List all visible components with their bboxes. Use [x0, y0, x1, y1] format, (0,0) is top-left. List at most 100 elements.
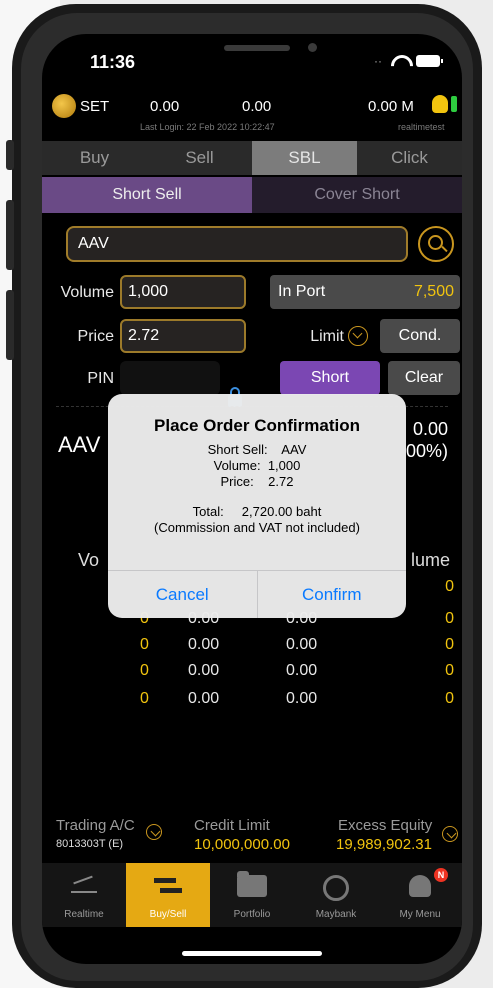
- tab-short-sell[interactable]: Short Sell: [42, 177, 252, 213]
- market-header: SET 0.00 0.00 0.00 M Last Login: 22 Feb …: [42, 92, 462, 140]
- book-row: 0 0.00 0.00 0: [42, 662, 462, 682]
- volume-label: Volume: [60, 284, 114, 301]
- offer-vol: 0: [445, 610, 454, 627]
- dialog-note: (Commission and VAT not included): [154, 520, 360, 535]
- bid-price: 0.00: [188, 690, 220, 707]
- offer-vol: 0: [445, 690, 454, 707]
- in-port-box: In Port 7,500: [270, 275, 460, 309]
- market-value-1: 0.00: [150, 98, 180, 115]
- mute-switch: [6, 140, 14, 170]
- trading-account-id[interactable]: 8013303T (E): [56, 838, 123, 850]
- pin-label: PIN: [87, 370, 114, 387]
- bid-price: 0.00: [188, 662, 220, 679]
- offer-vol: 0: [445, 578, 454, 595]
- trading-account-label: Trading A/C: [56, 817, 135, 834]
- volume-down-button: [6, 290, 14, 360]
- book-row: 0 0.00 0.00 0: [42, 690, 462, 710]
- bottom-nav: Realtime Buy/Sell Portfolio Maybank N My…: [42, 863, 462, 927]
- dialog-volume: Volume: 1,000: [213, 458, 301, 473]
- maybank-tiger-icon: [323, 875, 349, 901]
- dialog-buttons: Cancel Confirm: [108, 570, 406, 618]
- quote-price: 0.00: [412, 419, 448, 439]
- notch: [140, 34, 380, 68]
- username: realtimetest: [398, 122, 445, 132]
- symbol-input[interactable]: AAV: [66, 226, 408, 262]
- search-icon[interactable]: [418, 226, 454, 262]
- market-value-3: 0.00 M: [368, 98, 414, 115]
- maybank-logo-icon: [52, 94, 76, 118]
- offer-vol: 0: [445, 662, 454, 679]
- cond-button[interactable]: Cond.: [380, 319, 460, 353]
- status-time: 11:36: [90, 52, 136, 72]
- bid-vol: 0: [140, 636, 149, 653]
- battery-icon: [416, 55, 443, 67]
- user-menu-icon: [409, 875, 431, 897]
- offer-price: 0.00: [286, 662, 318, 679]
- tab-buy[interactable]: Buy: [42, 141, 147, 175]
- limit-dropdown-icon[interactable]: [348, 326, 368, 346]
- tab-sell[interactable]: Sell: [147, 141, 252, 175]
- nav-label: Portfolio: [233, 909, 271, 920]
- market-value-2: 0.00: [242, 98, 272, 115]
- limit-label: Limit: [310, 328, 344, 345]
- speaker: [224, 45, 290, 51]
- bid-volume-header: Vo: [78, 550, 100, 570]
- nav-my-menu[interactable]: N My Menu: [378, 863, 462, 927]
- nav-portfolio[interactable]: Portfolio: [210, 863, 294, 927]
- volume-up-button: [6, 200, 14, 270]
- nav-label: Realtime: [64, 909, 104, 920]
- pin-input[interactable]: [120, 361, 220, 395]
- offer-volume-header: lume: [410, 550, 450, 570]
- nav-realtime[interactable]: Realtime: [42, 863, 126, 927]
- bid-vol: 0: [140, 690, 149, 707]
- clear-button[interactable]: Clear: [388, 361, 460, 395]
- offer-vol: 0: [445, 636, 454, 653]
- folder-icon: [237, 871, 267, 897]
- volume-input[interactable]: 1,000: [120, 275, 246, 309]
- trading-account-dropdown-icon[interactable]: [146, 824, 162, 840]
- confirm-button[interactable]: Confirm: [256, 571, 407, 618]
- excess-equity-label: Excess Equity: [338, 817, 433, 834]
- tab-cover-short[interactable]: Cover Short: [252, 177, 462, 213]
- nav-maybank[interactable]: Maybank: [294, 863, 378, 927]
- price-label: Price: [77, 328, 114, 345]
- cancel-button[interactable]: Cancel: [108, 571, 257, 618]
- dialog-short-sell: Short Sell: AAV: [207, 442, 307, 457]
- nav-buy-sell[interactable]: Buy/Sell: [126, 863, 210, 927]
- swap-arrows-icon: [154, 875, 182, 897]
- bid-price: 0.00: [188, 636, 220, 653]
- in-port-label: In Port: [278, 283, 326, 300]
- front-camera: [308, 43, 317, 52]
- dialog-title: Place Order Confirmation: [154, 416, 360, 435]
- notification-badge: N: [434, 868, 448, 882]
- order-confirmation-dialog: Place Order Confirmation Short Sell: AAV…: [108, 394, 406, 618]
- lightbulb-icon[interactable]: [432, 95, 448, 113]
- wifi-icon: [390, 55, 408, 68]
- tab-sbl[interactable]: SBL: [252, 141, 357, 175]
- chart-line-icon: [71, 875, 97, 893]
- offer-price: 0.00: [286, 690, 318, 707]
- book-row: 0 0.00 0.00 0: [42, 636, 462, 656]
- dialog-price: Price: 2.72: [220, 474, 294, 489]
- short-button[interactable]: Short: [280, 361, 380, 395]
- offer-price: 0.00: [286, 636, 318, 653]
- dialog-total: Total: 2,720.00 baht: [192, 504, 322, 519]
- quote-values: 0.00 00%): [406, 418, 448, 462]
- status-icons: ···: [370, 54, 443, 68]
- home-indicator: [182, 951, 322, 956]
- secondary-tabs: Short Sell Cover Short: [42, 177, 462, 213]
- market-name: SET: [80, 98, 110, 115]
- nav-label: Maybank: [315, 909, 357, 920]
- primary-tabs: Buy Sell SBL Click: [42, 141, 462, 175]
- excess-equity-value: 19,989,902.31: [336, 836, 432, 853]
- credit-limit-label: Credit Limit: [194, 817, 270, 834]
- price-input[interactable]: 2.72: [120, 319, 246, 353]
- nav-label: Buy/Sell: [149, 909, 187, 920]
- nav-label: My Menu: [399, 909, 441, 920]
- last-login: Last Login: 22 Feb 2022 10:22:47: [140, 122, 275, 132]
- tab-click[interactable]: Click: [357, 141, 462, 175]
- credit-limit-value: 10,000,000.00: [194, 836, 290, 853]
- quote-symbol: AAV: [58, 432, 101, 457]
- excess-equity-dropdown-icon[interactable]: [442, 826, 458, 842]
- in-port-value: 7,500: [413, 283, 454, 300]
